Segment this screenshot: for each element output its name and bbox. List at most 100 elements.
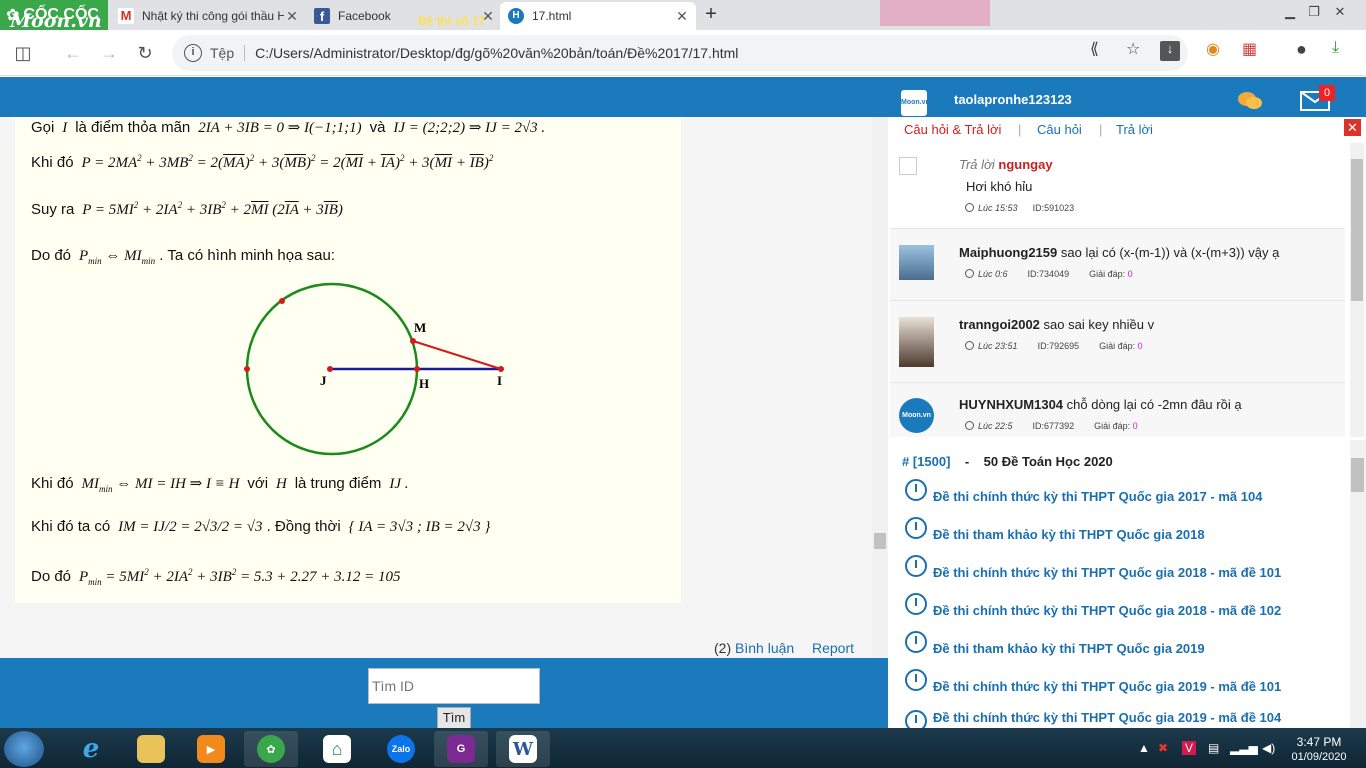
scroll-thumb[interactable] xyxy=(1351,458,1364,492)
avatar xyxy=(899,245,934,280)
v-app-icon[interactable]: V xyxy=(1182,741,1197,755)
exam-link[interactable]: Đề thi chính thức kỳ thi THPT Quốc gia 2… xyxy=(905,710,1281,728)
tab-questions[interactable]: Câu hỏi xyxy=(1037,122,1082,137)
close-panel-icon[interactable]: ✕ xyxy=(1344,119,1361,136)
text: Suy ra xyxy=(31,201,75,218)
comments-link[interactable]: (2) Bình luận xyxy=(714,640,794,656)
qa-text: sao lại có (x-(m-1)) và (x-(m+3)) vậy ạ xyxy=(1060,245,1280,260)
qa-title: Maiphuong2159 sao lại có (x-(m-1)) và (x… xyxy=(959,245,1279,260)
download-page-icon[interactable]: ↓ xyxy=(1160,41,1180,61)
file-explorer-icon[interactable] xyxy=(124,731,178,767)
media-player-icon[interactable]: ▶ xyxy=(184,731,238,767)
scroll-thumb[interactable] xyxy=(1351,159,1363,301)
word-icon[interactable]: W xyxy=(496,731,550,767)
solution-line-3: Suy ra P = 5MI2 + 2IA2 + 3IB2 + 2MI (2IA… xyxy=(31,200,343,218)
report-link[interactable]: Report xyxy=(812,640,854,656)
show-hidden-icons[interactable]: ▲ xyxy=(1138,741,1150,755)
close-window-icon[interactable]: ✕ xyxy=(1328,4,1352,20)
reload-button[interactable]: ↻ xyxy=(132,40,158,66)
search-button[interactable]: Tìm xyxy=(437,707,471,729)
site-logo[interactable]: Moon.vn xyxy=(10,10,102,32)
close-tab-icon[interactable]: ✕ xyxy=(284,8,300,25)
qa-time: Lúc 15:53 xyxy=(978,203,1018,213)
qa-time: Lúc 23:51 xyxy=(978,341,1018,351)
signal-icon[interactable]: ▂▃▅ xyxy=(1230,741,1258,755)
minimize-icon[interactable]: ▁ xyxy=(1278,4,1302,20)
qa-text: Hơi khó hỉu xyxy=(966,179,1033,194)
qa-id: ID:734049 xyxy=(1027,269,1070,279)
series-name: 50 Đề Toán Học 2020 xyxy=(983,454,1113,469)
coc-coc-taskbar-icon[interactable]: ✿ xyxy=(244,731,298,767)
sidebar-toggle-icon[interactable]: ◫ xyxy=(10,40,36,66)
qa-user[interactable]: tranngoi2002 xyxy=(959,317,1040,332)
user-avatar[interactable]: Moon.vn xyxy=(901,90,930,116)
downloads-icon[interactable]: ⤓ xyxy=(1332,39,1339,57)
exam-link[interactable]: Đề thi chính thức kỳ thi THPT Quốc gia 2… xyxy=(905,669,1281,694)
clock-date[interactable]: 01/09/2020 xyxy=(1284,751,1354,763)
facebook-icon: f xyxy=(314,8,330,24)
volume-icon[interactable]: ◀) xyxy=(1262,741,1275,755)
bookmark-star-icon[interactable]: ☆ xyxy=(1126,39,1140,59)
clock-time[interactable]: 3:47 PM xyxy=(1284,735,1354,749)
address-bar[interactable]: i Tệp C:/Users/Administrator/Desktop/đg/… xyxy=(172,35,1188,71)
tab-gmail[interactable]: M Nhật ký thi công gói thầu Hồ ✕ xyxy=(110,2,306,30)
username[interactable]: taolapronhe123123 xyxy=(954,92,1072,107)
exam-link[interactable]: Đề thi tham khảo kỳ thi THPT Quốc gia 20… xyxy=(905,517,1205,542)
calendar-icon[interactable]: ▦ xyxy=(1242,39,1257,59)
browser-toolbar: ◫ ← → ↻ i Tệp C:/Users/Administrator/Des… xyxy=(0,30,1366,76)
exam-link[interactable]: Đề thi chính thức kỳ thi THPT Quốc gia 2… xyxy=(905,479,1262,504)
internet-explorer-icon[interactable]: e xyxy=(64,731,118,767)
qa-scrollbar[interactable] xyxy=(1350,143,1364,437)
search-id-input[interactable] xyxy=(368,668,540,704)
exam-link[interactable]: Đề thi tham khảo kỳ thi THPT Quốc gia 20… xyxy=(905,631,1205,656)
tab-17-html[interactable]: H 17.html ✕ xyxy=(500,2,696,30)
clock-icon xyxy=(905,710,927,728)
coccoc-extension-icon[interactable]: ◉ xyxy=(1206,39,1220,59)
moon-site-icon: H xyxy=(508,8,524,24)
close-tab-icon[interactable]: ✕ xyxy=(674,8,690,25)
answers-label: Giải đáp: xyxy=(1094,421,1131,431)
qa-id: ID:677392 xyxy=(1032,421,1075,431)
solution-line-7: Do đó Pmin = 5MI2 + 2IA2 + 3IB2 = 5.3 + … xyxy=(31,567,401,587)
info-icon[interactable]: i xyxy=(184,44,202,62)
restore-icon[interactable]: ❐ xyxy=(1302,4,1326,20)
series-id[interactable]: # [1500] xyxy=(902,454,950,469)
main-scrollbar[interactable] xyxy=(872,117,888,658)
exam-scrollbar[interactable] xyxy=(1350,440,1366,728)
list-item[interactable]: tranngoi2002 sao sai key nhiều v Lúc 23:… xyxy=(890,301,1345,383)
qa-time: Lúc 0:6 xyxy=(978,269,1008,279)
list-item[interactable]: Trả lời ngungay Hơi khó hỉu Lúc 15:53 ID… xyxy=(890,143,1345,229)
network-warning-icon[interactable]: ✖ xyxy=(1158,741,1168,755)
back-button[interactable]: ← xyxy=(60,40,86,66)
text: và xyxy=(369,119,386,136)
text: Khi đó ta có xyxy=(31,518,111,535)
new-tab-button[interactable]: + xyxy=(698,3,724,27)
pdf-reader-icon[interactable]: G xyxy=(434,731,488,767)
list-item[interactable]: Maiphuong2159 sao lại có (x-(m-1)) và (x… xyxy=(890,229,1345,301)
tab-answers[interactable]: Trả lời xyxy=(1116,122,1153,137)
forward-button[interactable]: → xyxy=(96,40,122,66)
translate-icon[interactable]: ⟪ xyxy=(1090,39,1099,59)
clock-icon xyxy=(965,341,974,350)
device-icon[interactable]: ▤ xyxy=(1208,741,1219,755)
exam-link[interactable]: Đề thi chính thức kỳ thi THPT Quốc gia 2… xyxy=(905,555,1281,580)
answers-label: Giải đáp: xyxy=(1099,341,1136,351)
zalo-icon[interactable]: Zalo xyxy=(374,731,428,767)
series-separator: - xyxy=(964,454,970,469)
green-app-icon[interactable]: ⌂ xyxy=(310,731,364,767)
list-item[interactable]: Moon.vn HUYNHXUM1304 chỗ dòng lại có -2m… xyxy=(890,383,1345,437)
tab-qa[interactable]: Câu hỏi & Trả lời xyxy=(904,122,1001,137)
qa-user[interactable]: ngungay xyxy=(998,157,1052,172)
scroll-thumb[interactable] xyxy=(874,533,886,549)
label-m: M xyxy=(414,320,426,335)
qa-user[interactable]: HUYNHXUM1304 xyxy=(959,397,1063,412)
avatar xyxy=(899,317,934,367)
chat-icon[interactable] xyxy=(1237,91,1263,111)
text: với xyxy=(247,475,269,492)
answers-count: 0 xyxy=(1137,341,1143,351)
exam-label: Đề thi tham khảo kỳ thi THPT Quốc gia 20… xyxy=(933,527,1205,542)
start-button[interactable] xyxy=(4,731,44,767)
exam-link[interactable]: Đề thi chính thức kỳ thi THPT Quốc gia 2… xyxy=(905,593,1281,618)
qa-user[interactable]: Maiphuong2159 xyxy=(959,245,1057,260)
profile-icon[interactable]: ● xyxy=(1296,39,1307,60)
